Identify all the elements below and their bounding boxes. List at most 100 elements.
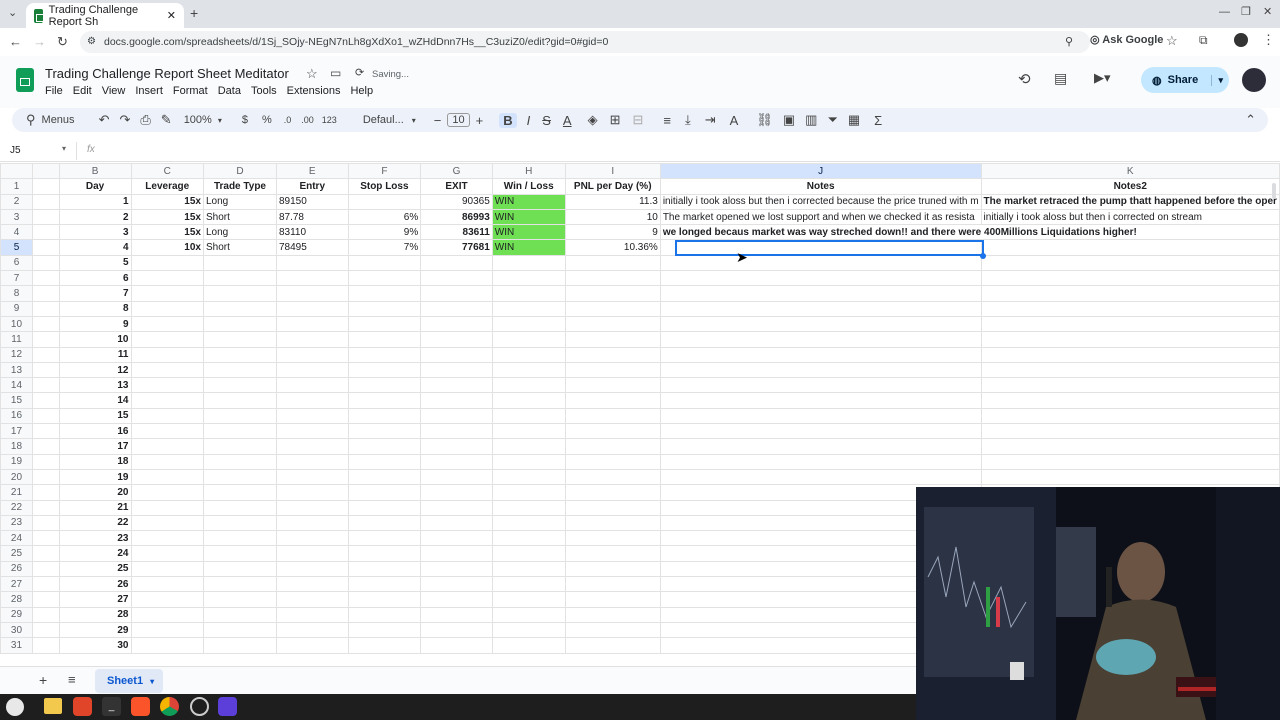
cell[interactable] <box>130 637 204 654</box>
cell[interactable] <box>275 423 349 440</box>
font-select[interactable]: Defaul... <box>363 114 404 126</box>
row-header[interactable]: 6 <box>0 254 33 272</box>
cell[interactable] <box>130 530 204 547</box>
account-avatar[interactable] <box>1242 68 1266 92</box>
cell[interactable] <box>420 514 493 532</box>
cell[interactable] <box>202 392 277 409</box>
insert-link-icon[interactable]: ⛓ <box>756 112 773 128</box>
cell-exit[interactable]: 77681 <box>420 239 493 256</box>
minimize-icon[interactable]: — <box>1219 6 1230 18</box>
cell[interactable] <box>420 591 493 608</box>
cell[interactable] <box>564 254 661 272</box>
cell[interactable] <box>31 621 60 639</box>
increase-decimal-button[interactable]: .00 <box>301 115 314 125</box>
cell[interactable] <box>420 331 493 348</box>
cell[interactable] <box>347 637 422 654</box>
site-info-icon[interactable]: ⚙ <box>87 31 96 53</box>
cell[interactable] <box>347 606 422 623</box>
cell-day[interactable]: 27 <box>58 591 132 608</box>
star-icon[interactable]: ☆ <box>306 66 318 82</box>
cell-day[interactable]: 18 <box>58 453 132 470</box>
cell[interactable] <box>275 530 349 547</box>
fill-color-icon[interactable]: ◈ <box>588 112 598 128</box>
cell-pnl[interactable]: 9 <box>564 224 661 241</box>
cell-wl[interactable]: WIN <box>491 193 566 210</box>
cell[interactable] <box>31 637 60 654</box>
row-header[interactable]: 17 <box>0 423 33 440</box>
cell-notes[interactable]: initially i took aloss but then i correc… <box>659 193 982 210</box>
cell-day[interactable]: 13 <box>58 377 132 394</box>
cell[interactable] <box>491 423 566 440</box>
cell[interactable] <box>564 621 661 639</box>
header-cell[interactable]: Trade Type <box>202 178 277 195</box>
cell-day[interactable]: 16 <box>58 423 132 440</box>
header-cell[interactable]: Notes <box>659 178 982 195</box>
cell[interactable] <box>420 621 493 639</box>
row-header[interactable]: 26 <box>0 560 33 578</box>
cell-sl[interactable]: 7% <box>347 239 422 256</box>
name-box-dropdown-icon[interactable]: ▾ <box>62 144 66 153</box>
strikethrough-icon[interactable]: S <box>542 113 551 128</box>
cell[interactable] <box>130 606 204 623</box>
cell[interactable] <box>564 423 661 440</box>
cell[interactable] <box>275 576 349 593</box>
cell[interactable] <box>564 514 661 532</box>
cell[interactable] <box>202 606 277 623</box>
cell[interactable] <box>31 239 60 256</box>
font-size-increase-icon[interactable]: + <box>476 113 484 128</box>
cell[interactable] <box>980 315 1280 333</box>
cell[interactable] <box>347 392 422 409</box>
cell[interactable] <box>275 300 349 317</box>
cell[interactable] <box>31 530 60 547</box>
cell[interactable] <box>564 606 661 623</box>
cell-day[interactable]: 24 <box>58 545 132 562</box>
cell[interactable] <box>130 300 204 317</box>
cell[interactable] <box>275 499 349 516</box>
cell[interactable] <box>564 346 661 363</box>
cell[interactable] <box>130 407 204 425</box>
cell[interactable] <box>347 438 422 455</box>
cell[interactable] <box>31 407 60 425</box>
cell[interactable] <box>564 560 661 578</box>
cell-sl[interactable]: 9% <box>347 224 422 241</box>
cell[interactable] <box>130 270 204 287</box>
cell[interactable] <box>275 438 349 455</box>
cell[interactable] <box>275 468 349 486</box>
cell[interactable] <box>980 254 1280 272</box>
cell[interactable] <box>491 560 566 578</box>
menu-edit[interactable]: Edit <box>73 85 92 97</box>
tab-list-chevron-icon[interactable]: ⌄ <box>8 6 17 19</box>
cell[interactable] <box>130 254 204 272</box>
percent-format-button[interactable]: % <box>262 114 272 126</box>
bold-icon[interactable]: B <box>499 112 517 128</box>
cell[interactable] <box>347 484 422 501</box>
merge-cells-icon[interactable]: ⊟ <box>633 112 644 128</box>
cell-day[interactable]: 1 <box>58 193 132 210</box>
cell[interactable] <box>420 453 493 470</box>
cell-day[interactable]: 22 <box>58 514 132 532</box>
corner-cell[interactable] <box>0 163 33 180</box>
cell[interactable] <box>420 606 493 623</box>
cell[interactable] <box>202 637 277 654</box>
cell[interactable] <box>31 331 60 348</box>
cell-entry[interactable]: 87.78 <box>275 208 349 226</box>
cell[interactable] <box>130 453 204 470</box>
cell[interactable] <box>564 499 661 516</box>
cell[interactable] <box>420 438 493 455</box>
cell-day[interactable]: 25 <box>58 560 132 578</box>
name-box[interactable]: J5 <box>10 145 21 156</box>
cell-day[interactable]: 26 <box>58 576 132 593</box>
chrome-icon[interactable] <box>160 697 179 716</box>
cell[interactable] <box>980 377 1280 394</box>
text-rotation-icon[interactable]: A <box>730 113 739 128</box>
cell[interactable] <box>420 468 493 486</box>
redo-icon[interactable]: ↷ <box>119 112 130 128</box>
cell[interactable] <box>491 606 566 623</box>
cell-wl[interactable]: WIN <box>491 208 566 226</box>
cell[interactable] <box>202 377 277 394</box>
paint-format-icon[interactable]: ✎ <box>161 112 172 128</box>
cell[interactable] <box>202 285 277 302</box>
cell[interactable] <box>347 285 422 302</box>
start-menu-icon[interactable] <box>6 698 24 716</box>
cell[interactable] <box>564 331 661 348</box>
